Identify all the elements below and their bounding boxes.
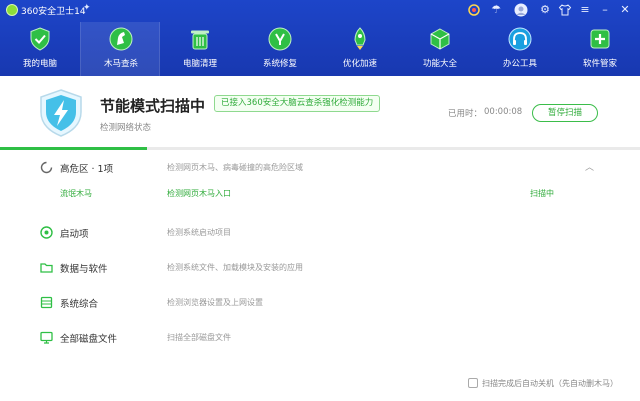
nav-all-features[interactable]: 功能大全 bbox=[400, 22, 480, 76]
scan-item-data-software[interactable]: 数据与软件 检测系统文件、加载模块及安装的应用 bbox=[0, 250, 640, 284]
avatar[interactable] bbox=[514, 3, 528, 17]
nav-label: 电脑清理 bbox=[182, 59, 217, 69]
chevron-up-icon[interactable]: ︿ bbox=[585, 160, 594, 173]
shield-check-icon bbox=[30, 27, 50, 51]
folder-icon bbox=[40, 263, 53, 273]
settings-grid-icon bbox=[40, 296, 53, 309]
title-bar: 360安全卫士14 ✦ ☂ ⚙ ≡ – ✕ bbox=[0, 0, 640, 20]
nav-label: 办公工具 bbox=[502, 59, 537, 69]
scan-item-desc: 检测浏览器设置及上网设置 bbox=[167, 298, 263, 307]
nav-my-computer[interactable]: 我的电脑 bbox=[0, 22, 80, 76]
scan-item-high-risk[interactable]: 高危区 · 1项 检测网页木马、病毒碰撞的高危险区域 ︿ bbox=[0, 150, 640, 184]
scan-item-system[interactable]: 系统综合 检测浏览器设置及上网设置 bbox=[0, 285, 640, 319]
nav-trojan-scan[interactable]: 木马查杀 bbox=[80, 22, 160, 76]
scan-item-all-disk[interactable]: 全部磁盘文件 扫描全部磁盘文件 bbox=[0, 320, 640, 354]
nav-label: 木马查杀 bbox=[103, 59, 138, 69]
scan-item-desc: 检测网页木马、病毒碰撞的高危险区域 bbox=[167, 163, 303, 172]
top-header: 360安全卫士14 ✦ ☂ ⚙ ≡ – ✕ 我的电脑 木马查杀 电脑清理 系统修… bbox=[0, 0, 640, 76]
power-icon bbox=[40, 226, 53, 239]
elapsed-time-value: 00:00:08 bbox=[484, 107, 523, 117]
nav-optimize[interactable]: 优化加速 bbox=[320, 22, 400, 76]
cloud-detection-badge: 已接入360安全大脑云查杀强化检测能力 bbox=[214, 95, 381, 112]
nav-software-manager[interactable]: 软件管家 bbox=[560, 22, 640, 76]
elapsed-time-label: 已用时： bbox=[448, 109, 483, 119]
rocket-icon bbox=[354, 27, 366, 50]
scan-item-title: 启动项 bbox=[60, 229, 89, 240]
nav-label: 功能大全 bbox=[422, 59, 457, 69]
scan-item-title: 全部磁盘文件 bbox=[60, 334, 118, 345]
pause-scan-button[interactable]: 暂停扫描 bbox=[532, 104, 598, 122]
nav-system-repair[interactable]: 系统修复 bbox=[240, 22, 320, 76]
main-nav: 我的电脑 木马查杀 电脑清理 系统修复 优化加速 功能大全 办公工具 软件管家 bbox=[0, 22, 640, 76]
upgrade-arrow-icon[interactable]: ✦ bbox=[83, 3, 91, 13]
scan-item-startup[interactable]: 启动项 检测系统启动项目 bbox=[0, 215, 640, 249]
close-icon[interactable]: ✕ bbox=[618, 3, 632, 17]
scan-item-desc: 扫描全部磁盘文件 bbox=[167, 333, 231, 342]
monitor-icon bbox=[40, 331, 53, 344]
horse-icon bbox=[109, 27, 133, 51]
scan-item-desc: 检测系统启动项目 bbox=[167, 228, 231, 237]
shield-lightning-icon bbox=[40, 89, 82, 137]
scan-item-title: 数据与软件 bbox=[60, 264, 108, 275]
nav-label: 优化加速 bbox=[342, 59, 377, 69]
subitem-target: 检测网页木马入口 bbox=[167, 189, 231, 198]
headphones-icon bbox=[508, 27, 532, 51]
umbrella-icon[interactable]: ☂ bbox=[489, 3, 503, 17]
scan-item-title: 系统综合 bbox=[60, 299, 99, 310]
nav-label: 系统修复 bbox=[262, 59, 297, 69]
minimize-icon[interactable]: – bbox=[598, 3, 612, 17]
wrench-icon bbox=[268, 27, 292, 51]
nav-cleanup[interactable]: 电脑清理 bbox=[160, 22, 240, 76]
plus-box-icon bbox=[590, 29, 610, 49]
nav-label: 软件管家 bbox=[582, 59, 617, 69]
app-title: 360安全卫士14 bbox=[21, 7, 86, 17]
scan-item-title: 高危区 · 1项 bbox=[60, 164, 114, 175]
nav-office-tools[interactable]: 办公工具 bbox=[480, 22, 560, 76]
target-icon[interactable] bbox=[467, 3, 481, 17]
nav-label: 我的电脑 bbox=[22, 59, 57, 69]
trash-bin-icon bbox=[191, 30, 209, 50]
spinner-icon bbox=[40, 161, 53, 174]
scan-subitem: 流氓木马 检测网页木马入口 扫描中 bbox=[0, 184, 640, 206]
scan-item-desc: 检测系统文件、加载模块及安装的应用 bbox=[167, 263, 303, 272]
scan-title: 节能模式扫描中 bbox=[100, 97, 206, 115]
scan-status-text: 检测网络状态 bbox=[100, 123, 152, 133]
auto-shutdown-checkbox[interactable] bbox=[468, 378, 478, 388]
subitem-name: 流氓木马 bbox=[60, 189, 92, 198]
settings-icon[interactable]: ⚙ bbox=[538, 3, 552, 17]
auto-shutdown-label: 扫描完成后自动关机（先自动删木马） bbox=[482, 379, 618, 388]
menu-icon[interactable]: ≡ bbox=[578, 3, 592, 17]
skin-shirt-icon[interactable] bbox=[558, 3, 572, 17]
cube-icon bbox=[430, 28, 450, 50]
scan-banner: 节能模式扫描中 已接入360安全大脑云查杀强化检测能力 检测网络状态 已用时： … bbox=[0, 76, 640, 148]
app-logo-icon bbox=[6, 4, 18, 16]
subitem-status: 扫描中 bbox=[530, 189, 554, 198]
